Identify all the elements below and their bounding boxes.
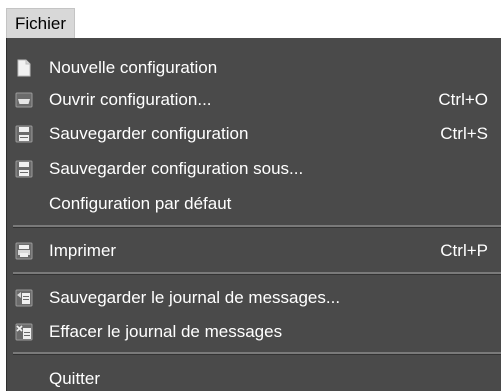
menu-item-clear-message-log[interactable]: Effacer le journal de messages bbox=[7, 316, 501, 348]
menu-item-label: Sauvegarder configuration bbox=[49, 124, 249, 143]
menu-item-open-configuration[interactable]: Ouvrir configuration... Ctrl+O bbox=[7, 84, 501, 116]
menu-item-save-configuration[interactable]: Sauvegarder configuration Ctrl+S bbox=[7, 118, 501, 150]
menu-item-label: Sauvegarder configuration sous... bbox=[49, 159, 304, 178]
menu-item-quit[interactable]: Quitter bbox=[7, 363, 501, 391]
application-window: Fichier Nouvelle configuration Ouvrir co… bbox=[0, 0, 501, 391]
save-icon bbox=[15, 125, 33, 143]
menu-item-print[interactable]: Imprimer Ctrl+P bbox=[7, 235, 501, 267]
menu-item-label: Imprimer bbox=[49, 241, 117, 260]
new-document-icon bbox=[17, 59, 31, 77]
menu-fichier[interactable]: Fichier bbox=[6, 8, 76, 38]
file-dropdown-menu: Nouvelle configuration Ouvrir configurat… bbox=[6, 38, 501, 391]
printer-icon bbox=[15, 242, 33, 260]
menu-item-save-message-log[interactable]: Sauvegarder le journal de messages... bbox=[7, 282, 501, 314]
menu-item-label: Ouvrir configuration... bbox=[49, 90, 212, 109]
clear-log-icon bbox=[15, 323, 33, 341]
menu-item-label: Effacer le journal de messages bbox=[49, 322, 283, 341]
menu-item-new-configuration[interactable]: Nouvelle configuration bbox=[7, 52, 501, 84]
menu-item-label: Configuration par défaut bbox=[49, 194, 232, 213]
menu-separator bbox=[13, 225, 501, 228]
shortcut-label: Ctrl+P bbox=[440, 241, 488, 260]
save-as-icon bbox=[15, 160, 33, 178]
menu-item-save-configuration-as[interactable]: Sauvegarder configuration sous... bbox=[7, 153, 501, 185]
menu-item-label: Sauvegarder le journal de messages... bbox=[49, 288, 341, 307]
menu-item-label: Nouvelle configuration bbox=[49, 58, 218, 77]
open-folder-icon bbox=[15, 92, 33, 108]
menu-item-default-configuration[interactable]: Configuration par défaut bbox=[7, 188, 501, 220]
menu-item-label: Quitter bbox=[49, 369, 101, 388]
shortcut-label: Ctrl+S bbox=[440, 124, 488, 143]
save-log-icon bbox=[15, 289, 33, 307]
menu-separator bbox=[13, 352, 501, 355]
shortcut-label: Ctrl+O bbox=[438, 90, 488, 109]
menu-separator bbox=[13, 272, 501, 275]
